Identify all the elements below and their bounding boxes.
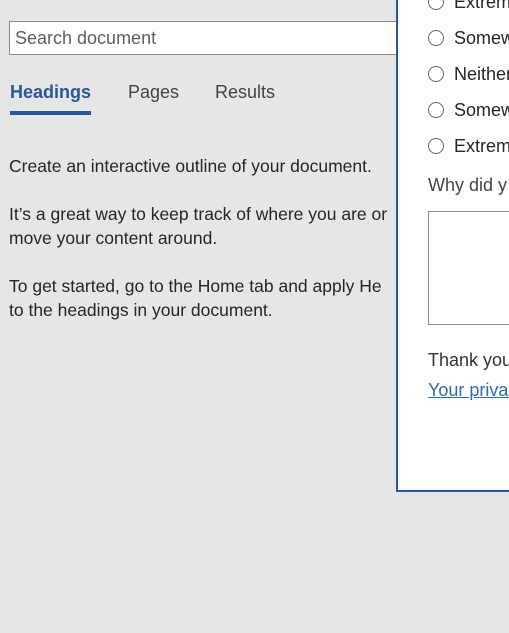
tab-headings[interactable]: Headings	[10, 82, 92, 115]
message-paragraph-2-line-1: It’s a great way to keep track of where …	[9, 204, 388, 224]
rating-option-label: Somew	[454, 99, 509, 120]
rating-option-label: Extrem	[454, 0, 509, 12]
rating-option-4[interactable]: Somew	[428, 98, 509, 122]
privacy-statement-link[interactable]: Your privac	[428, 380, 509, 401]
message-paragraph-3-line-1: To get started, go to the Home tab and a…	[9, 276, 382, 296]
rating-option-2[interactable]: Somew	[428, 26, 509, 50]
tab-headings-label: Headings	[10, 82, 92, 102]
search-document-box[interactable]	[9, 21, 419, 55]
active-tab-underline	[10, 111, 92, 115]
why-question-label: Why did y	[428, 175, 508, 195]
headings-empty-message: Create an interactive outline of your do…	[9, 154, 429, 346]
radio-button[interactable]	[428, 102, 444, 118]
rating-option-label: Neither	[454, 63, 509, 84]
search-input[interactable]	[13, 26, 415, 50]
radio-button[interactable]	[428, 30, 444, 46]
message-paragraph-3-line-2: to the headings in your document.	[9, 300, 273, 320]
radio-button[interactable]	[428, 66, 444, 82]
radio-button[interactable]	[428, 0, 444, 10]
message-paragraph-1: Create an interactive outline of your do…	[9, 156, 372, 176]
thank-you-text: Thank you	[428, 350, 509, 370]
tab-pages[interactable]: Pages	[128, 82, 179, 115]
radio-button[interactable]	[428, 138, 444, 154]
rating-option-5[interactable]: Extrem	[428, 134, 509, 158]
rating-option-1[interactable]: Extrem	[428, 0, 509, 14]
message-paragraph-2: It’s a great way to keep track of where …	[9, 202, 429, 250]
message-paragraph-2-line-2: move your content around.	[9, 228, 218, 248]
tab-results[interactable]: Results	[215, 82, 275, 115]
feedback-dialog: Extrem Somew Neither Somew Extrem Why di…	[396, 0, 509, 492]
tab-results-label: Results	[215, 82, 276, 102]
rating-option-3[interactable]: Neither	[428, 62, 509, 86]
message-paragraph-3: To get started, go to the Home tab and a…	[9, 274, 429, 322]
why-feedback-textarea[interactable]	[428, 211, 509, 325]
tab-pages-label: Pages	[128, 82, 180, 102]
rating-option-label: Somew	[454, 27, 509, 48]
rating-option-label: Extrem	[454, 135, 509, 156]
